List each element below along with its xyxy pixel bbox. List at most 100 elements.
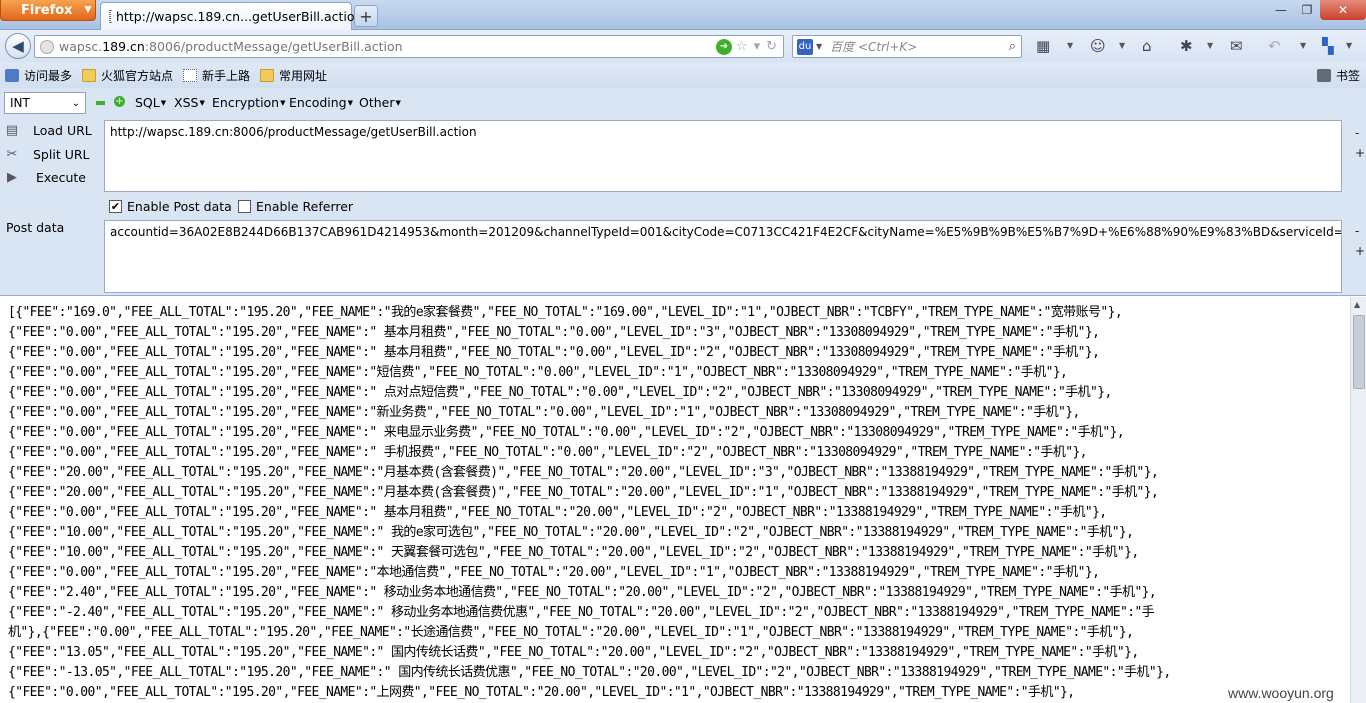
mail-icon[interactable]: ✉	[1230, 37, 1243, 55]
menu-encryption[interactable]: Encryption ▼	[212, 95, 286, 110]
tab-active[interactable]: http://wapsc.189.cn...getUserBill.action	[100, 2, 362, 30]
caret-down-icon: ▼	[395, 99, 401, 107]
json-line: {"FEE":"0.00","FEE_ALL_TOTAL":"195.20","…	[8, 425, 1125, 440]
bug-dropdown-icon[interactable]: ▼	[1207, 41, 1213, 50]
json-line: {"FEE":"0.00","FEE_ALL_TOTAL":"195.20","…	[8, 685, 1075, 700]
json-line: 机"},{"FEE":"0.00","FEE_ALL_TOTAL":"195.2…	[8, 625, 1134, 640]
addon-icon[interactable]: ☺	[1090, 37, 1106, 55]
json-line: {"FEE":"0.00","FEE_ALL_TOTAL":"195.20","…	[8, 405, 1080, 420]
menu-label: SQL	[135, 95, 160, 110]
url-shrink-icon[interactable]: -	[1355, 126, 1359, 140]
tool-dropdown-icon[interactable]: ▼	[1067, 41, 1073, 50]
menu-label: XSS	[174, 95, 199, 110]
vertical-scrollbar[interactable]: ▲	[1350, 297, 1366, 703]
caret-down-icon: ▼	[347, 99, 353, 107]
url-bar[interactable]: wapsc.189.cn:8006/productMessage/getUser…	[34, 35, 784, 58]
new-tab-button[interactable]: +	[354, 5, 378, 27]
maximize-button[interactable]: ❐	[1294, 0, 1320, 20]
execute-label: Execute	[36, 169, 86, 185]
undo-icon[interactable]: ↶	[1268, 37, 1281, 55]
json-line: {"FEE":"0.00","FEE_ALL_TOTAL":"195.20","…	[8, 325, 1100, 340]
scroll-up-icon[interactable]: ▲	[1354, 300, 1360, 309]
bookmark-getting-started[interactable]: 新手上路	[183, 67, 250, 84]
post-data-textarea[interactable]: accountid=36A02E8B244D66B137CAB961D42149…	[104, 220, 1342, 293]
decrease-icon[interactable]	[96, 101, 105, 105]
reload-icon[interactable]: ↻	[766, 39, 777, 54]
enable-post-checkbox[interactable]: ✔ Enable Post data	[109, 199, 232, 214]
menu-xss[interactable]: XSS ▼	[174, 95, 205, 110]
increase-icon[interactable]: +	[114, 96, 125, 107]
json-line: {"FEE":"10.00","FEE_ALL_TOTAL":"195.20",…	[8, 545, 1139, 560]
menu-encoding[interactable]: Encoding ▼	[289, 95, 353, 110]
bug-icon[interactable]: ✱	[1180, 37, 1193, 55]
back-button[interactable]: ◀	[5, 33, 31, 59]
menu-label: Encoding	[289, 95, 347, 110]
bookmark-most-visited[interactable]: 访问最多	[5, 67, 72, 84]
search-input[interactable]: 百度 <Ctrl+K>	[830, 38, 1009, 55]
url-expand-icon[interactable]: +	[1355, 146, 1365, 160]
json-line: {"FEE":"13.05","FEE_ALL_TOTAL":"195.20",…	[8, 645, 1139, 660]
watermark: www.wooyun.org	[1228, 685, 1334, 701]
bookmarks-menu-button[interactable]: 书签	[1316, 67, 1360, 84]
addon-dropdown-icon[interactable]: ▼	[1119, 41, 1125, 50]
windows-icon[interactable]: ▚	[1322, 37, 1334, 55]
enable-referrer-checkbox[interactable]: Enable Referrer	[238, 199, 353, 214]
split-url-button[interactable]: ✂ Split URL	[4, 146, 90, 162]
menu-label: Other	[359, 95, 395, 110]
json-line: {"FEE":"20.00","FEE_ALL_TOTAL":"195.20",…	[8, 465, 1159, 480]
bookmarks-star-icon	[1316, 69, 1331, 82]
enable-post-label: Enable Post data	[127, 199, 232, 214]
page-icon	[183, 68, 198, 82]
menu-other[interactable]: Other ▼	[359, 95, 401, 110]
bookmark-label: 火狐官方站点	[101, 68, 174, 83]
search-bar[interactable]: du ▼ 百度 <Ctrl+K> ⌕	[792, 35, 1022, 58]
bookmark-label: 常用网址	[279, 68, 328, 83]
home-icon[interactable]: ⌂	[1142, 37, 1152, 55]
minimize-button[interactable]: —	[1268, 0, 1294, 20]
scrollbar-thumb[interactable]	[1353, 315, 1365, 389]
go-arrow-icon[interactable]: ➜	[715, 38, 732, 55]
engine-dropdown-icon[interactable]: ▼	[816, 42, 822, 51]
json-line: {"FEE":"-2.40","FEE_ALL_TOTAL":"195.20",…	[8, 605, 1155, 620]
firefox-menu-label: Firefox	[21, 2, 73, 18]
url-history-dropdown-icon[interactable]: ▾	[754, 39, 761, 54]
load-url-button[interactable]: ▤ Load URL	[4, 122, 92, 138]
bookmark-star-icon[interactable]: ☆	[736, 39, 748, 54]
json-line: {"FEE":"0.00","FEE_ALL_TOTAL":"195.20","…	[8, 445, 1088, 460]
baidu-engine-icon[interactable]: du	[797, 38, 813, 55]
chevron-down-icon: ⌄	[71, 97, 80, 109]
close-window-button[interactable]: ✕	[1320, 0, 1366, 20]
bookmarks-toolbar: 访问最多 火狐官方站点 新手上路 常用网址 书签	[0, 62, 1366, 88]
url-path: :8006/productMessage/getUserBill.action	[144, 39, 403, 54]
json-line: {"FEE":"0.00","FEE_ALL_TOTAL":"195.20","…	[8, 505, 1107, 520]
undo-dropdown-icon[interactable]: ▼	[1300, 41, 1306, 50]
json-line: {"FEE":"10.00","FEE_ALL_TOTAL":"195.20",…	[8, 525, 1134, 540]
url-host-main: 189.cn	[102, 39, 145, 54]
enable-referrer-label: Enable Referrer	[256, 199, 354, 214]
firefox-menu-button[interactable]: Firefox ▼	[0, 0, 96, 21]
url-textarea[interactable]: http://wapsc.189.cn:8006/productMessage/…	[104, 120, 1342, 192]
load-url-label: Load URL	[33, 122, 92, 138]
post-shrink-icon[interactable]: -	[1355, 224, 1359, 238]
caret-down-icon: ▼	[199, 99, 205, 107]
windows-dropdown-icon[interactable]: ▼	[1346, 41, 1352, 50]
folder-icon	[82, 68, 97, 82]
json-line: {"FEE":"0.00","FEE_ALL_TOTAL":"195.20","…	[8, 345, 1100, 360]
screenshot-tool-icon[interactable]: ▦	[1036, 37, 1050, 55]
type-select[interactable]: INT ⌄	[4, 92, 86, 114]
chevron-down-icon: ▼	[84, 5, 92, 15]
execute-button[interactable]: ▶ Execute	[4, 169, 86, 185]
bookmark-common-sites[interactable]: 常用网址	[260, 67, 327, 84]
title-bar: Firefox ▼ http://wapsc.189.cn...getUserB…	[0, 0, 1366, 30]
url-text[interactable]: wapsc.189.cn:8006/productMessage/getUser…	[59, 39, 716, 54]
most-visited-icon	[5, 68, 19, 82]
site-identity-icon[interactable]	[40, 39, 54, 54]
bookmark-firefox-official[interactable]: 火狐官方站点	[82, 67, 173, 84]
checkbox-checked-icon: ✔	[109, 200, 122, 213]
menu-sql[interactable]: SQL ▼	[135, 95, 166, 110]
caret-down-icon: ▼	[280, 99, 286, 107]
menu-label: Encryption	[212, 95, 280, 110]
search-icon[interactable]: ⌕	[1009, 39, 1016, 54]
post-expand-icon[interactable]: +	[1355, 244, 1365, 258]
back-arrow-icon: ◀	[12, 37, 24, 55]
